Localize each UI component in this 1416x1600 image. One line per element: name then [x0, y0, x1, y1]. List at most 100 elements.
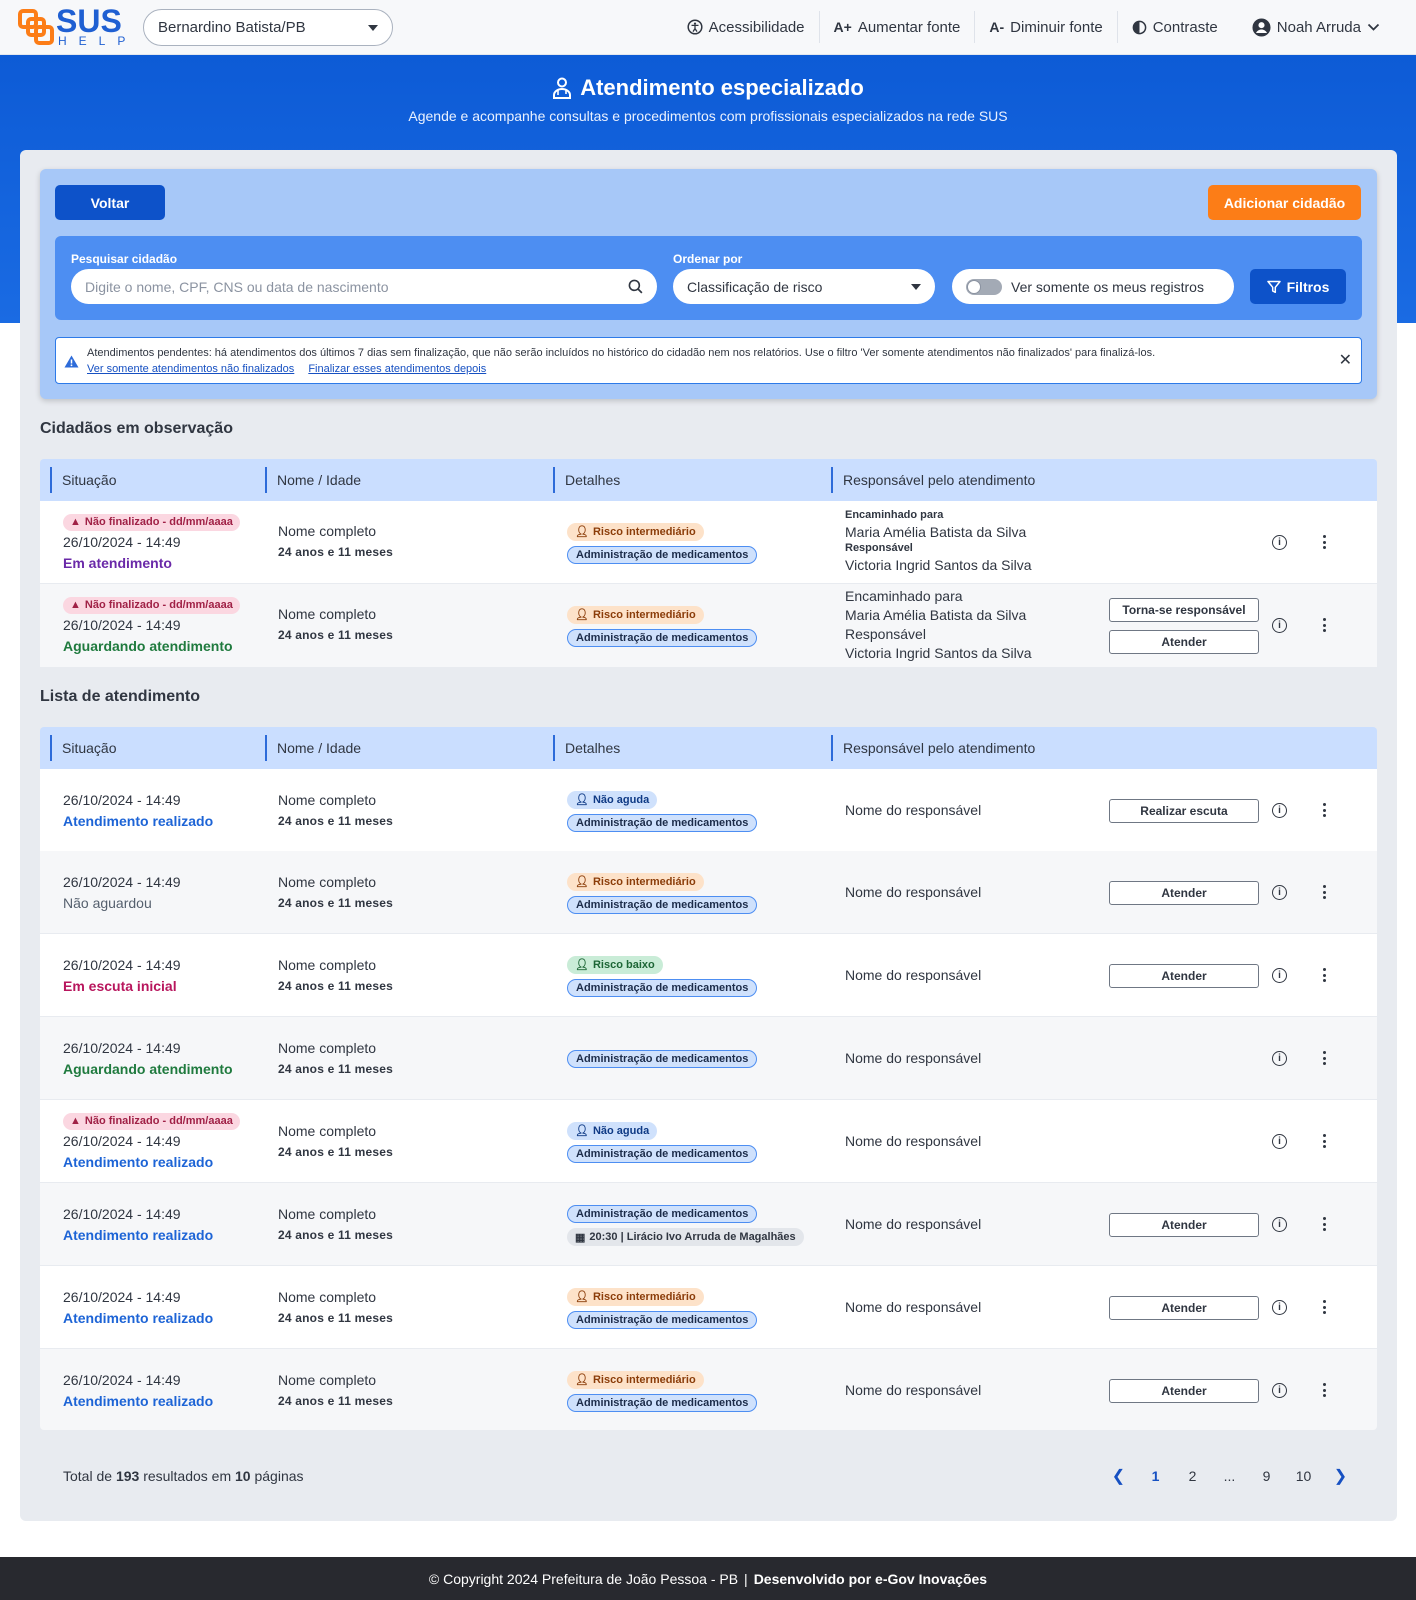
pagination: ❮ 1 2 ... 9 10 ❯ — [1100, 1462, 1359, 1490]
table-row[interactable]: 26/10/2024 - 14:49 Aguardando atendiment… — [40, 1017, 1377, 1099]
table-row[interactable]: ▲ Não finalizado - dd/mm/aaaa 26/10/2024 … — [40, 501, 1377, 583]
warning-icon: ▲ — [70, 1115, 81, 1127]
attend-button[interactable]: Atender — [1109, 1379, 1259, 1403]
filters-button[interactable]: Filtros — [1250, 269, 1346, 304]
citizen-age: 24 anos e 11 meses — [278, 1394, 394, 1408]
font-increase-label: Aumentar fonte — [857, 18, 961, 36]
become-responsible-button[interactable]: Torna-se responsável — [1109, 598, 1259, 622]
table-row[interactable]: ▲ Não finalizado - dd/mm/aaaa 26/10/2024 … — [40, 1100, 1377, 1182]
more-options-icon[interactable] — [1322, 1134, 1326, 1148]
info-icon[interactable]: i — [1272, 1300, 1287, 1315]
chevron-down-icon — [1367, 23, 1380, 31]
city-select[interactable]: Bernardino Batista/PB — [143, 9, 393, 46]
info-icon[interactable]: i — [1272, 618, 1287, 633]
filter-bar: Pesquisar cidadão Digite o nome, CPF, CN… — [55, 236, 1362, 320]
info-icon[interactable]: i — [1272, 1217, 1287, 1232]
more-options-icon[interactable] — [1322, 618, 1326, 632]
back-button[interactable]: Voltar — [55, 185, 165, 220]
attend-button[interactable]: Atender — [1109, 964, 1259, 988]
page-link[interactable]: 1 — [1137, 1468, 1174, 1484]
accessibility-link[interactable]: Acessibilidade — [673, 11, 820, 43]
status-cell: 26/10/2024 - 14:49 Atendimento realizado — [63, 1206, 213, 1243]
caret-down-icon — [368, 24, 378, 31]
datetime: 26/10/2024 - 14:49 — [63, 1132, 181, 1149]
more-options-icon[interactable] — [1322, 1217, 1326, 1231]
details-cell: 👤︎ Não aguda Administração de medicamento… — [567, 1121, 758, 1163]
more-options-icon[interactable] — [1322, 1051, 1326, 1065]
font-decrease-label: Diminuir fonte — [1010, 18, 1103, 36]
attend-button[interactable]: Atender — [1109, 1296, 1259, 1320]
info-icon[interactable]: i — [1272, 1134, 1287, 1149]
more-options-icon[interactable] — [1322, 1300, 1326, 1314]
info-icon[interactable]: i — [1272, 535, 1287, 550]
more-options-icon[interactable] — [1322, 885, 1326, 899]
show-unfinished-link[interactable]: Ver somente atendimentos não finalizados — [87, 363, 294, 375]
more-options-icon[interactable] — [1322, 535, 1326, 549]
total-pages: 10 — [235, 1468, 251, 1484]
table-row[interactable]: 26/10/2024 - 14:49 Em escuta inicial Nom… — [40, 934, 1377, 1016]
logo[interactable]: SUS HELP — [18, 5, 130, 47]
add-citizen-button[interactable]: Adicionar cidadão — [1208, 185, 1361, 220]
status-label: Atendimento realizado — [63, 1310, 214, 1326]
contrast-button[interactable]: Contraste — [1118, 11, 1232, 43]
attend-button[interactable]: Atender — [1109, 630, 1259, 654]
page-ellipsis: ... — [1223, 1468, 1236, 1484]
font-increase-icon: A+ — [833, 19, 852, 35]
details-cell: 👤︎ Risco intermediário Administração de m… — [567, 1287, 758, 1329]
more-options-icon[interactable] — [1322, 803, 1326, 817]
table-row[interactable]: 26/10/2024 - 14:49 Atendimento realizado… — [40, 1183, 1377, 1265]
status-label: Atendimento realizado — [63, 1393, 214, 1409]
name-cell: Nome completo 24 anos e 11 meses — [278, 1123, 393, 1159]
chevron-right-icon[interactable]: ❯ — [1322, 1466, 1359, 1486]
close-icon[interactable]: ✕ — [1339, 350, 1352, 370]
schedule-badge: ▦ 20:30 | Lirácio Ivo Arruda de Magalhães — [567, 1228, 804, 1246]
table-row[interactable]: 26/10/2024 - 14:49 Atendimento realizado… — [40, 1266, 1377, 1348]
pending-alert: Atendimentos pendentes: há atendimentos … — [55, 337, 1362, 384]
name-cell: Nome completo 24 anos e 11 meses — [278, 1289, 393, 1325]
chevron-left-icon[interactable]: ❮ — [1100, 1466, 1137, 1486]
name-cell: Nome completo 24 anos e 11 meses — [278, 606, 393, 642]
info-icon[interactable]: i — [1272, 803, 1287, 818]
list-table-header: Situação Nome / Idade Detalhes Responsáv… — [40, 727, 1377, 769]
user-name: Noah Arruda — [1276, 18, 1361, 36]
order-select-value: Classificação de risco — [687, 278, 823, 295]
info-icon[interactable]: i — [1272, 885, 1287, 900]
calendar-icon: ▦ — [575, 1231, 586, 1244]
table-row[interactable]: ▲ Não finalizado - dd/mm/aaaa 26/10/2024 … — [40, 584, 1377, 667]
service-badge: Administração de medicamentos — [567, 813, 758, 832]
service-badge: Administração de medicamentos — [567, 1050, 758, 1068]
info-icon[interactable]: i — [1272, 1383, 1287, 1398]
attend-button[interactable]: Atender — [1109, 881, 1259, 905]
my-records-toggle[interactable]: Ver somente os meus registros — [952, 269, 1234, 304]
details-cell: Administração de medicamentos — [567, 1049, 758, 1068]
order-select[interactable]: Classificação de risco — [673, 269, 935, 304]
listen-button[interactable]: Realizar escuta — [1109, 799, 1259, 823]
font-increase-button[interactable]: A+ Aumentar fonte — [820, 11, 976, 43]
search-label: Pesquisar cidadão — [71, 252, 178, 266]
font-decrease-button[interactable]: A- Diminuir fonte — [975, 11, 1118, 43]
total-mid: resultados em — [143, 1468, 232, 1484]
page-link[interactable]: 2 — [1174, 1468, 1211, 1484]
more-options-icon[interactable] — [1322, 968, 1326, 982]
attend-button[interactable]: Atender — [1109, 1213, 1259, 1237]
finish-later-link[interactable]: Finalizar esses atendimentos depois — [308, 363, 486, 375]
more-options-icon[interactable] — [1322, 1383, 1326, 1397]
status-cell: 26/10/2024 - 14:49 Atendimento realizado — [63, 792, 213, 829]
info-icon[interactable]: i — [1272, 1051, 1287, 1066]
info-icon[interactable]: i — [1272, 968, 1287, 983]
unfinished-badge: ▲ Não finalizado - dd/mm/aaaa — [63, 596, 240, 614]
search-input[interactable]: Digite o nome, CPF, CNS ou data de nasci… — [71, 269, 657, 304]
user-menu[interactable]: Noah Arruda — [1232, 17, 1416, 37]
contrast-label: Contraste — [1152, 18, 1218, 36]
footer: © Copyright 2024 Prefeitura de João Pess… — [0, 1557, 1416, 1600]
table-row[interactable]: 26/10/2024 - 14:49 Não aguardou Nome com… — [40, 851, 1377, 933]
table-row[interactable]: 26/10/2024 - 14:49 Atendimento realizado… — [40, 769, 1377, 851]
responsible-name: Nome do responsável — [845, 802, 982, 818]
risk-badge-label: Risco intermediário — [592, 525, 696, 538]
table-row[interactable]: 26/10/2024 - 14:49 Atendimento realizado… — [40, 1349, 1377, 1430]
toggle-switch[interactable] — [966, 278, 1002, 295]
warning-icon — [64, 355, 79, 368]
page-link[interactable]: 9 — [1248, 1468, 1285, 1484]
details-cell: 👤︎ Risco intermediário Administração de m… — [567, 522, 758, 564]
page-link[interactable]: 10 — [1285, 1468, 1322, 1484]
